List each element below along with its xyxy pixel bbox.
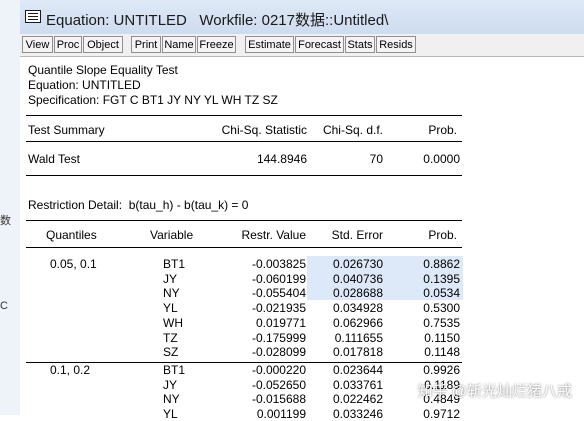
restr-value-cell: 0.001199 <box>256 407 306 421</box>
std-error-cell: 0.033761 <box>332 378 383 392</box>
restr-value-cell: -0.015688 <box>251 392 306 406</box>
restr-value-cell: -0.175999 <box>251 331 306 345</box>
background-char: C <box>0 300 8 312</box>
divider <box>26 220 462 221</box>
divider <box>26 175 462 176</box>
background-window-strip: 数 C <box>0 0 21 415</box>
variable-cell: YL <box>163 407 178 421</box>
prob-cell: 0.0534 <box>423 286 460 300</box>
prob-cell: 0.9712 <box>423 407 460 421</box>
proc-button[interactable]: Proc <box>54 36 82 53</box>
equation-name: Equation: UNTITLED <box>28 78 141 92</box>
prob-cell: 0.5300 <box>423 301 460 315</box>
estimate-button[interactable]: Estimate <box>245 36 294 53</box>
restr-value-cell: -0.021935 <box>251 301 306 315</box>
freeze-button[interactable]: Freeze <box>197 36 236 53</box>
summary-header-df: Chi-Sq. d.f. <box>322 123 383 137</box>
prob-cell: 0.8862 <box>423 257 460 271</box>
restr-value-cell: -0.052650 <box>251 378 306 392</box>
quantile-cell: 0.1, 0.2 <box>50 363 91 377</box>
window-title: Equation: UNTITLED Workfile: 0217数据::Unt… <box>46 12 389 29</box>
variable-cell: YL <box>163 301 178 315</box>
wald-test-label: Wald Test <box>28 152 81 166</box>
restr-value-cell: 0.019771 <box>255 316 306 330</box>
restr-value-cell: -0.003825 <box>251 257 306 271</box>
prob-cell: 0.1395 <box>423 272 460 286</box>
equation-window: Equation: UNTITLED Workfile: 0217数据::Unt… <box>20 0 584 421</box>
window-menu-icon[interactable] <box>25 10 41 23</box>
divider <box>26 247 462 248</box>
variable-cell: BT1 <box>163 363 186 377</box>
std-error-cell: 0.111655 <box>334 331 383 345</box>
variable-cell: SZ <box>163 345 179 359</box>
variable-cell: NY <box>163 286 180 300</box>
test-title: Quantile Slope Equality Test <box>28 63 178 77</box>
wald-test-prob: 0.0000 <box>423 152 460 166</box>
std-error-cell: 0.040736 <box>332 272 383 286</box>
prob-cell: 0.9926 <box>423 363 460 377</box>
output-area: Quantile Slope Equality Test Equation: U… <box>20 57 584 421</box>
std-error-cell: 0.023644 <box>332 363 383 377</box>
toolbar: View Proc Object Print Name Freeze Estim… <box>20 34 584 57</box>
std-error-cell: 0.062966 <box>332 316 383 330</box>
divider <box>26 141 462 142</box>
object-button[interactable]: Object <box>83 36 123 53</box>
divider <box>26 115 462 116</box>
restr-value-cell: -0.000220 <box>251 363 306 377</box>
prob-cell: 0.1150 <box>424 331 460 345</box>
variable-cell: WH <box>163 316 183 330</box>
stats-button[interactable]: Stats <box>345 36 375 53</box>
detail-header-quantiles: Quantiles <box>46 228 97 242</box>
restr-value-cell: -0.060199 <box>251 272 306 286</box>
detail-header-se: Std. Error <box>331 228 383 242</box>
variable-cell: JY <box>163 272 178 286</box>
summary-header-test: Test Summary <box>28 123 105 137</box>
summary-header-stat: Chi-Sq. Statistic <box>221 123 307 137</box>
summary-header-prob: Prob. <box>428 123 457 137</box>
detail-header-variable: Variable <box>150 228 194 242</box>
std-error-cell: 0.017818 <box>332 345 383 359</box>
watermark: 知乎 @斩光灿烂猪八戒 <box>417 383 572 400</box>
background-char: 数 <box>0 215 11 227</box>
forecast-button[interactable]: Forecast <box>295 36 344 53</box>
detail-header-value: Restr. Value <box>241 228 306 242</box>
prob-cell: 0.7535 <box>423 316 460 330</box>
prob-cell: 0.1148 <box>424 345 460 359</box>
resids-button[interactable]: Resids <box>376 36 416 53</box>
variable-cell: TZ <box>163 331 178 345</box>
name-button[interactable]: Name <box>162 36 196 53</box>
std-error-cell: 0.022462 <box>332 392 383 406</box>
std-error-cell: 0.034928 <box>332 301 383 315</box>
std-error-cell: 0.033246 <box>332 407 383 421</box>
variable-cell: NY <box>163 392 180 406</box>
print-button[interactable]: Print <box>131 36 161 53</box>
quantile-cell: 0.05, 0.1 <box>50 257 97 271</box>
wald-test-df: 70 <box>369 152 383 166</box>
view-button[interactable]: View <box>22 36 53 53</box>
restriction-detail: Restriction Detail: b(tau_h) - b(tau_k) … <box>28 198 249 212</box>
variable-cell: JY <box>163 378 178 392</box>
std-error-cell: 0.028688 <box>332 286 383 300</box>
title-bar[interactable]: Equation: UNTITLED Workfile: 0217数据::Unt… <box>20 0 584 35</box>
std-error-cell: 0.026730 <box>332 257 383 271</box>
specification: Specification: FGT C BT1 JY NY YL WH TZ … <box>28 93 278 107</box>
restr-value-cell: -0.055404 <box>251 286 306 300</box>
restr-value-cell: -0.028099 <box>251 345 306 359</box>
detail-header-prob: Prob. <box>428 228 457 242</box>
variable-cell: BT1 <box>163 257 186 271</box>
wald-test-stat: 144.8946 <box>256 152 307 166</box>
